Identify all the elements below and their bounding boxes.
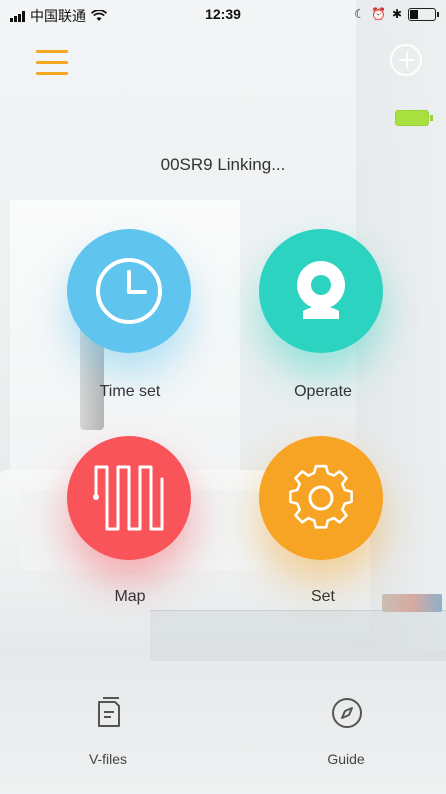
document-icon [98, 697, 120, 727]
guide-label: Guide [327, 751, 365, 767]
map-button[interactable] [67, 436, 191, 560]
time-set-button[interactable] [67, 229, 191, 353]
settings-label: Set [310, 588, 335, 605]
menu-icon[interactable] [36, 50, 68, 78]
operate-button[interactable] [259, 229, 383, 353]
settings-button[interactable] [259, 436, 383, 560]
camera-icon [297, 261, 345, 319]
connection-status: 00SR9 Linking... [160, 155, 286, 174]
bluetooth-icon: ✱ [391, 7, 402, 21]
v-files-label: V-files [88, 751, 128, 767]
device-battery-icon [395, 110, 433, 126]
map-label: Map [114, 588, 146, 605]
clock-icon [96, 258, 162, 324]
moon-icon: ☾ [354, 7, 365, 21]
add-device-button[interactable] [390, 44, 422, 76]
phone-battery-icon [408, 7, 439, 21]
compass-icon [332, 698, 362, 728]
alarm-icon: ⏰ [370, 7, 386, 21]
operate-label: Operate [294, 383, 352, 400]
status-bar: 中国联通 12:39 ☾ ⏰ ✱ [0, 0, 446, 30]
time-set-label: Time set [99, 383, 161, 400]
gear-icon [289, 464, 353, 529]
map-path-icon [93, 465, 164, 531]
